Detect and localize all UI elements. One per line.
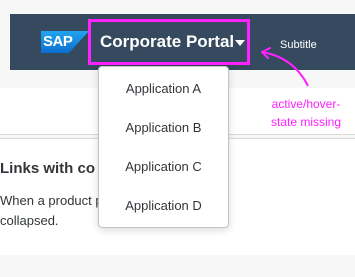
annotation-arrow [261, 47, 309, 87]
annotation-line: state missing [270, 115, 342, 129]
annotation-line: active/hover- [271, 97, 341, 111]
annotation-note: active/hover- state missing [256, 95, 355, 131]
